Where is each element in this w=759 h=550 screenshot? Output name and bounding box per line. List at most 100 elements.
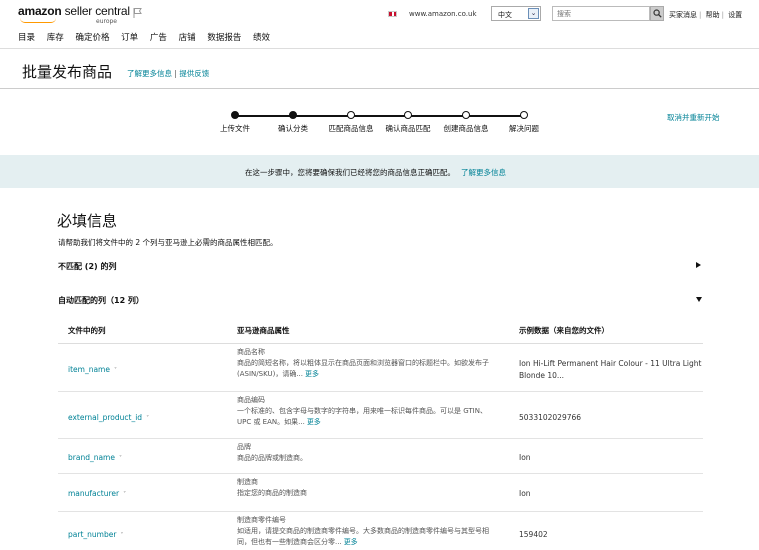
settings-link[interactable]: 设置 xyxy=(728,11,742,19)
divider xyxy=(0,48,759,49)
file-column-name: part_number xyxy=(68,530,117,539)
language-select[interactable]: 中文 ⌄ xyxy=(491,6,541,21)
amazon-attribute-cell: 品牌商品的品牌或制造商。 xyxy=(237,442,499,464)
sample-data: 159402 xyxy=(519,530,548,539)
marketplace-selector[interactable]: www.amazon.co.uk xyxy=(409,10,477,18)
step-dot xyxy=(462,111,470,119)
amazon-attribute-cell: 商品名称 商品的简短名称，将以粗体显示在商品页面和浏览器窗口的标题栏中。如欲发布子… xyxy=(237,347,499,380)
expand-right-icon[interactable] xyxy=(696,262,701,268)
divider xyxy=(0,88,759,89)
separator: | xyxy=(721,11,724,19)
file-column-dropdown[interactable]: external_product_id ˅ xyxy=(68,413,149,422)
nav-item-reports[interactable]: 数据报告 xyxy=(207,33,241,43)
uk-flag-icon xyxy=(388,11,397,17)
buyer-messages-link[interactable]: 买家消息 xyxy=(669,11,697,19)
header-amazon-attribute: 亚马逊商品属性 xyxy=(237,326,290,335)
matched-columns-toggle[interactable]: 自动匹配的列（12 列） xyxy=(58,295,144,306)
separator: | xyxy=(699,11,702,19)
attribute-name: 制造商零件编号 xyxy=(237,516,286,524)
attribute-description: 商品的简短名称，将以粗体显示在商品页面和浏览器窗口的标题栏中。如欲发布子 (AS… xyxy=(237,359,489,378)
language-value: 中文 xyxy=(498,11,512,19)
amazon-attribute-cell: 制造商零件编号如适用，请提交商品的制造商零件编号。大多数商品的制造商零件编号与其… xyxy=(237,515,499,548)
attribute-description: 指定您的商品的制造商 xyxy=(237,489,307,497)
file-column-dropdown[interactable]: manufacturer ˅ xyxy=(68,489,126,498)
search-icon xyxy=(653,9,662,18)
progress-stepper: 上传文件 确认分类 匹配商品信息 确认商品匹配 创建商品信息 解决问题 xyxy=(0,108,759,138)
logo-smile-icon xyxy=(20,18,56,23)
stepper-connector xyxy=(293,115,351,117)
sample-data: Ion Hi-Lift Permanent Hair Colour - 11 U… xyxy=(519,359,702,380)
sample-data: Ion xyxy=(519,453,531,462)
chevron-down-icon: ˅ xyxy=(118,455,122,462)
logo-seller-central: seller central xyxy=(64,4,130,18)
sample-data: 5033102029766 xyxy=(519,413,582,422)
nav-item-orders[interactable]: 订单 xyxy=(121,33,138,43)
nav-item-performance[interactable]: 绩效 xyxy=(253,33,270,43)
file-column-name: manufacturer xyxy=(68,489,120,498)
feedback-link[interactable]: 提供反馈 xyxy=(179,69,209,78)
chevron-down-icon: ˅ xyxy=(146,415,150,422)
table-row: item_name ˅ 商品名称 商品的简短名称，将以粗体显示在商品页面和浏览器窗口的… xyxy=(58,344,703,392)
logo-region: europe xyxy=(96,18,117,25)
file-column-dropdown[interactable]: item_name ˅ xyxy=(68,365,117,374)
amazon-attribute-cell: 商品编码一个标准的、包含字母与数字的字符串，用来唯一标识每件商品。可以是 GTI… xyxy=(237,395,499,428)
header-file-column: 文件中的列 xyxy=(68,326,106,335)
more-link[interactable]: 更多 xyxy=(344,538,358,546)
step-dot xyxy=(404,111,412,119)
flag-icon[interactable] xyxy=(132,7,144,19)
banner-text: 在这一步骤中，您将要确保我们已经将您的商品信息正确匹配。 xyxy=(245,168,455,177)
top-links: 买家消息 | 帮助 | 设置 xyxy=(669,10,744,20)
step-label: 解决问题 xyxy=(509,124,539,133)
table-header: 文件中的列 亚马逊商品属性 示例数据（来自您的文件） xyxy=(58,314,703,344)
more-link[interactable]: 更多 xyxy=(305,370,319,378)
attribute-name: 商品编码 xyxy=(237,396,265,404)
search-button[interactable] xyxy=(650,6,664,21)
attribute-description: 一个标准的、包含字母与数字的字符串，用来唯一标识每件商品。可以是 GTIN、UP… xyxy=(237,407,487,426)
section-description: 请帮助我们将文件中的 2 个列与亚马逊上必需的商品属性相匹配。 xyxy=(58,238,278,247)
table-row: manufacturer ˅ 制造商 指定您的商品的制造商 Ion xyxy=(58,474,703,512)
collapse-down-icon[interactable] xyxy=(696,297,702,302)
logo-amazon: amazon xyxy=(18,4,62,18)
file-column-dropdown[interactable]: brand_name ˅ xyxy=(68,453,122,462)
chevron-down-icon: ˅ xyxy=(120,532,124,539)
learn-more-link[interactable]: 了解更多信息 xyxy=(127,69,172,78)
unmatched-columns-toggle[interactable]: 不匹配 (2) 的列 xyxy=(58,261,116,272)
nav-item-stores[interactable]: 店铺 xyxy=(179,33,196,43)
step-label: 创建商品信息 xyxy=(443,124,489,133)
stepper-connector xyxy=(466,115,524,117)
section-title: 必填信息 xyxy=(57,212,118,230)
main-nav: 目录 库存 确定价格 订单 广告 店铺 数据报告 绩效 xyxy=(18,31,279,43)
banner-learn-more-link[interactable]: 了解更多信息 xyxy=(461,168,506,177)
table-row: part_number ˅ 制造商零件编号如适用，请提交商品的制造商零件编号。大多数… xyxy=(58,512,703,550)
step-dot xyxy=(520,111,528,119)
top-bar: amazon seller central europe www.amazon.… xyxy=(0,0,759,28)
nav-item-advertising[interactable]: 广告 xyxy=(150,33,167,43)
cancel-restart-link[interactable]: 取消并重新开始 xyxy=(667,112,720,123)
step-dot xyxy=(347,111,355,119)
step-label: 确认商品匹配 xyxy=(385,124,431,133)
attribute-name: 品牌 xyxy=(237,443,251,451)
nav-item-catalog[interactable]: 目录 xyxy=(18,33,35,43)
nav-item-inventory[interactable]: 库存 xyxy=(47,33,64,43)
seller-central-logo[interactable]: amazon seller central europe xyxy=(18,4,130,25)
attribute-description: 如适用，请提交商品的制造商零件编号。大多数商品的制造商零件编号与其型号相同，但也… xyxy=(237,527,489,546)
table-body: item_name ˅ 商品名称 商品的简短名称，将以粗体显示在商品页面和浏览器窗口的… xyxy=(58,344,703,550)
step-label: 确认分类 xyxy=(278,124,308,133)
more-link[interactable]: 更多 xyxy=(307,418,321,426)
stepper-connector xyxy=(235,115,293,117)
separator: | xyxy=(174,69,177,78)
file-column-name: brand_name xyxy=(68,453,115,462)
page-title: 批量发布商品 xyxy=(22,63,113,81)
help-link[interactable]: 帮助 xyxy=(706,11,720,19)
step-dot xyxy=(289,111,297,119)
search-input[interactable] xyxy=(552,6,650,21)
title-links: 了解更多信息 | 提供反馈 xyxy=(127,68,209,79)
info-banner: 在这一步骤中，您将要确保我们已经将您的商品信息正确匹配。 了解更多信息 xyxy=(0,155,759,188)
attribute-description: 商品的品牌或制造商。 xyxy=(237,454,307,462)
chevron-down-icon: ˅ xyxy=(123,491,127,498)
nav-item-pricing[interactable]: 确定价格 xyxy=(75,33,109,43)
sample-data: Ion xyxy=(519,489,531,498)
file-column-dropdown[interactable]: part_number ˅ xyxy=(68,530,123,539)
step-dot xyxy=(231,111,239,119)
step-label: 匹配商品信息 xyxy=(328,124,374,133)
